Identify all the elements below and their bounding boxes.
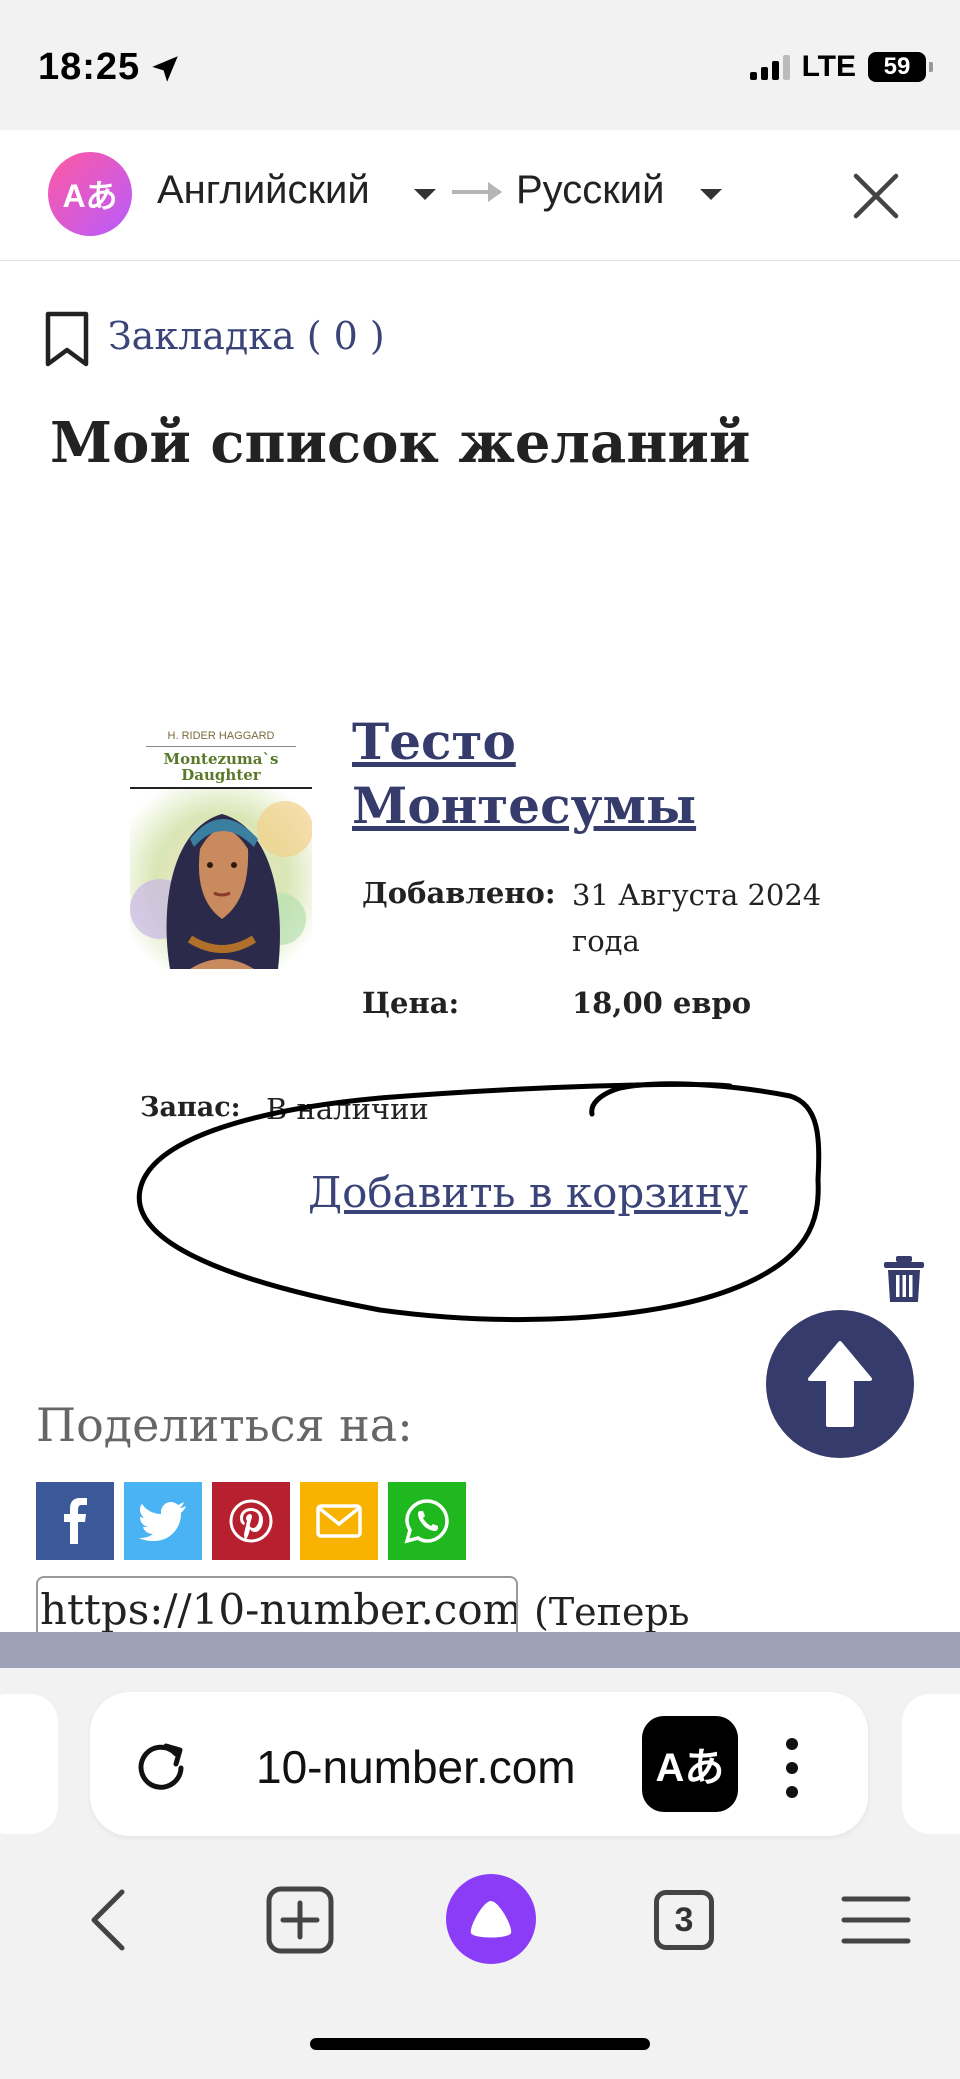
scroll-to-top-button[interactable] xyxy=(766,1310,914,1458)
pinterest-icon xyxy=(229,1499,273,1543)
added-value-line1: 31 Августа 2024 xyxy=(572,878,822,912)
whatsapp-icon xyxy=(404,1499,449,1544)
translate-bar xyxy=(0,130,960,261)
page-title: Мой список желаний xyxy=(50,410,751,476)
trash-icon[interactable] xyxy=(882,1254,926,1304)
target-language-select[interactable]: Русский xyxy=(516,168,664,213)
network-type: LTE xyxy=(801,50,856,83)
share-facebook-button[interactable] xyxy=(36,1482,114,1560)
arrow-up-icon xyxy=(808,1341,872,1427)
price-label: Цена: xyxy=(362,986,460,1020)
status-time: 18:25 xyxy=(38,46,141,88)
battery-icon: 59 xyxy=(868,52,933,82)
translate-page-button[interactable]: Aあ xyxy=(642,1716,738,1812)
location-arrow-icon xyxy=(152,56,178,82)
cover-title-line2: Daughter xyxy=(181,766,261,784)
bookmark-icon[interactable] xyxy=(44,310,90,368)
previous-tab-card[interactable] xyxy=(0,1694,58,1834)
arrow-right-icon xyxy=(452,182,502,202)
hand-drawn-circle-annotation xyxy=(136,1081,822,1323)
page-bottom-overlay xyxy=(0,1632,960,1668)
reload-icon[interactable] xyxy=(132,1738,190,1796)
share-email-button[interactable] xyxy=(300,1482,378,1560)
back-button[interactable] xyxy=(68,1880,148,1960)
product-cover-image[interactable]: H. RIDER HAGGARD Montezuma`s Daughter xyxy=(130,720,312,970)
bookmark-link[interactable]: Закладка ( 0 ) xyxy=(108,314,385,358)
target-language-label: Русский xyxy=(516,168,665,212)
twitter-icon xyxy=(139,1502,186,1541)
more-options-icon[interactable] xyxy=(782,1738,802,1798)
translate-logo-icon[interactable]: Aあ xyxy=(48,152,132,236)
source-language-label: Английский xyxy=(157,168,370,212)
chevron-down-icon[interactable] xyxy=(700,189,722,200)
product-title-line2: Монтесумы xyxy=(352,776,697,835)
alice-icon xyxy=(470,1901,512,1938)
address-url[interactable]: 10-number.com xyxy=(256,1740,576,1794)
share-pinterest-button[interactable] xyxy=(212,1482,290,1560)
share-whatsapp-button[interactable] xyxy=(388,1482,466,1560)
cover-author: H. RIDER HAGGARD xyxy=(167,730,275,742)
plus-square-icon xyxy=(266,1886,334,1954)
source-language-select[interactable]: Английский xyxy=(157,168,370,213)
battery-level: 59 xyxy=(883,53,911,80)
tabs-button[interactable]: 3 xyxy=(644,1880,724,1960)
chevron-down-icon[interactable] xyxy=(414,189,436,200)
status-indicators: LTE 59 xyxy=(749,50,933,84)
tabs-count: 3 xyxy=(654,1890,714,1950)
cover-title-line1: Montezuma`s xyxy=(163,750,279,768)
menu-button[interactable] xyxy=(836,1880,916,1960)
share-twitter-button[interactable] xyxy=(124,1482,202,1560)
next-tab-card[interactable] xyxy=(902,1694,960,1834)
cover-portrait xyxy=(130,789,312,969)
close-icon[interactable] xyxy=(852,172,900,220)
added-label: Добавлено: xyxy=(362,876,556,910)
new-tab-button[interactable] xyxy=(260,1880,340,1960)
email-icon xyxy=(316,1504,362,1538)
hamburger-menu-icon xyxy=(841,1896,911,1944)
share-trailing-text: (Теперь xyxy=(534,1590,690,1634)
product-title-link[interactable]: Тесто Монтесумы xyxy=(352,710,696,838)
chevron-left-icon xyxy=(91,1889,125,1951)
signal-icon xyxy=(749,54,790,80)
alice-assistant-button[interactable] xyxy=(446,1874,536,1964)
home-indicator xyxy=(310,2038,650,2050)
added-value: 31 Августа 2024 года xyxy=(572,872,821,964)
facebook-icon xyxy=(64,1498,87,1544)
share-label: Поделиться на: xyxy=(36,1398,413,1452)
product-title-line1: Тесто xyxy=(352,712,516,771)
cover-title: Montezuma`s Daughter xyxy=(130,751,312,783)
added-value-line2: года xyxy=(572,924,640,958)
price-value: 18,00 евро xyxy=(572,986,752,1020)
